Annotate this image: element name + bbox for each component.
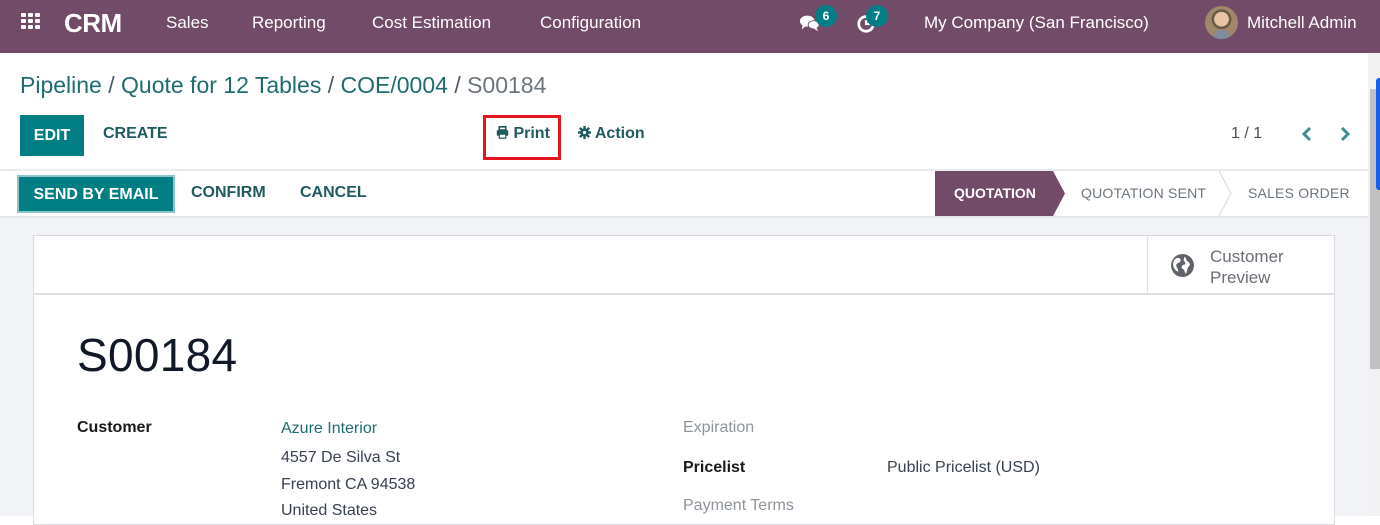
breadcrumb-estimation[interactable]: COE/0004: [341, 72, 448, 98]
top-navbar: CRM Sales Reporting Cost Estimation Conf…: [0, 0, 1380, 53]
globe-icon: [1171, 254, 1194, 277]
company-switcher[interactable]: My Company (San Francisco): [924, 13, 1149, 33]
breadcrumb-opportunity[interactable]: Quote for 12 Tables: [121, 72, 321, 98]
customer-link[interactable]: Azure Interior: [281, 420, 377, 438]
payment-terms-label: Payment Terms: [683, 497, 794, 514]
gear-icon: [578, 126, 591, 139]
print-label: Print: [513, 125, 550, 142]
user-menu[interactable]: Mitchell Admin: [1247, 13, 1357, 33]
customer-preview-line2: Preview: [1210, 268, 1271, 287]
customer-label: Customer: [77, 419, 152, 436]
pager-previous-icon[interactable]: [1298, 123, 1316, 145]
messages-badge: 6: [815, 5, 837, 27]
customer-preview-label: Customer Preview: [1210, 246, 1320, 288]
confirm-button[interactable]: CONFIRM: [191, 184, 266, 202]
breadcrumb-pipeline[interactable]: Pipeline: [20, 72, 102, 98]
stage-sales-order[interactable]: SALES ORDER: [1248, 171, 1350, 216]
record-title: S00184: [77, 329, 238, 381]
breadcrumb: Pipeline / Quote for 12 Tables / COE/000…: [20, 72, 546, 99]
menu-configuration[interactable]: Configuration: [540, 13, 641, 33]
breadcrumb-separator: /: [108, 72, 122, 98]
menu-reporting[interactable]: Reporting: [252, 13, 326, 33]
breadcrumb-separator: /: [327, 72, 341, 98]
menu-cost-estimation[interactable]: Cost Estimation: [372, 13, 491, 33]
breadcrumb-separator: /: [454, 72, 468, 98]
printer-icon: [496, 126, 509, 139]
expiration-label: Expiration: [683, 419, 755, 436]
customer-preview-line1: Customer: [1210, 247, 1284, 266]
pager-next-icon[interactable]: [1336, 123, 1354, 145]
activities-badge: 7: [866, 5, 888, 27]
apps-menu-icon[interactable]: [21, 13, 41, 29]
print-dropdown-button[interactable]: Print: [496, 125, 550, 143]
create-button[interactable]: CREATE: [103, 125, 168, 143]
smart-button-box: [33, 235, 1335, 295]
stage-quotation[interactable]: QUOTATION: [935, 171, 1065, 216]
pricelist-value[interactable]: Public Pricelist (USD): [887, 459, 1040, 477]
stage-quotation-sent[interactable]: QUOTATION SENT: [1081, 171, 1206, 216]
customer-address-country: United States: [281, 502, 378, 519]
customer-address-street: 4557 De Silva St: [281, 449, 401, 466]
user-avatar[interactable]: [1205, 6, 1238, 39]
pager-value[interactable]: 1 / 1: [1231, 125, 1262, 143]
action-label: Action: [594, 125, 645, 142]
action-dropdown-button[interactable]: Action: [578, 125, 645, 143]
customer-address-city: Fremont CA 94538: [281, 476, 416, 493]
send-by-email-button[interactable]: SEND BY EMAIL: [17, 175, 175, 213]
edit-button[interactable]: EDIT: [20, 115, 84, 156]
app-brand[interactable]: CRM: [64, 8, 122, 39]
menu-sales[interactable]: Sales: [166, 13, 209, 33]
pricelist-label: Pricelist: [683, 459, 746, 476]
breadcrumb-current: S00184: [467, 72, 547, 98]
side-handle-tab[interactable]: [1376, 78, 1380, 190]
cancel-button[interactable]: CANCEL: [300, 184, 367, 202]
stage-separator-chevron: [1218, 171, 1232, 216]
